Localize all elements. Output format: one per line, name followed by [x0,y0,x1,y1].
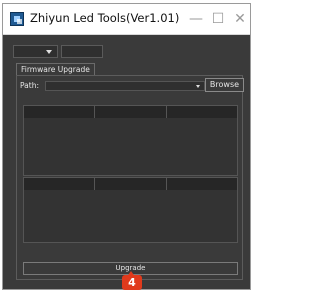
table-body[interactable] [24,118,237,175]
path-combo[interactable] [45,81,205,91]
table-header [24,178,237,190]
column-header[interactable] [166,178,237,190]
chevron-down-icon [196,85,200,88]
app-logo-icon [10,12,24,26]
chevron-down-icon [46,50,52,54]
app-window: Zhiyun Led Tools(Ver1.01) — ☐ ✕ Firmware… [2,3,251,290]
minimize-icon[interactable]: — [186,9,206,29]
firmware-table-top[interactable] [23,105,238,176]
column-header[interactable] [24,106,96,118]
baud-field[interactable] [61,45,103,58]
firmware-upgrade-panel: Path: Browse Upgrade [16,75,244,280]
firmware-table-bottom[interactable] [23,177,238,243]
table-body[interactable] [24,190,237,242]
column-header[interactable] [24,178,96,190]
table-header [24,106,237,118]
window-title: Zhiyun Led Tools(Ver1.01) [30,11,180,25]
port-combo[interactable] [13,45,58,58]
path-label: Path: [20,81,40,90]
column-header[interactable] [166,106,237,118]
annotation-badge: 4 [122,275,142,290]
browse-button[interactable]: Browse [205,78,244,92]
main-content: Firmware Upgrade Path: Browse Upgrade [3,35,250,289]
title-bar[interactable]: Zhiyun Led Tools(Ver1.01) — ☐ ✕ [3,4,250,35]
maximize-icon[interactable]: ☐ [208,9,228,29]
column-header[interactable] [95,178,167,190]
close-icon[interactable]: ✕ [230,9,250,29]
column-header[interactable] [95,106,167,118]
